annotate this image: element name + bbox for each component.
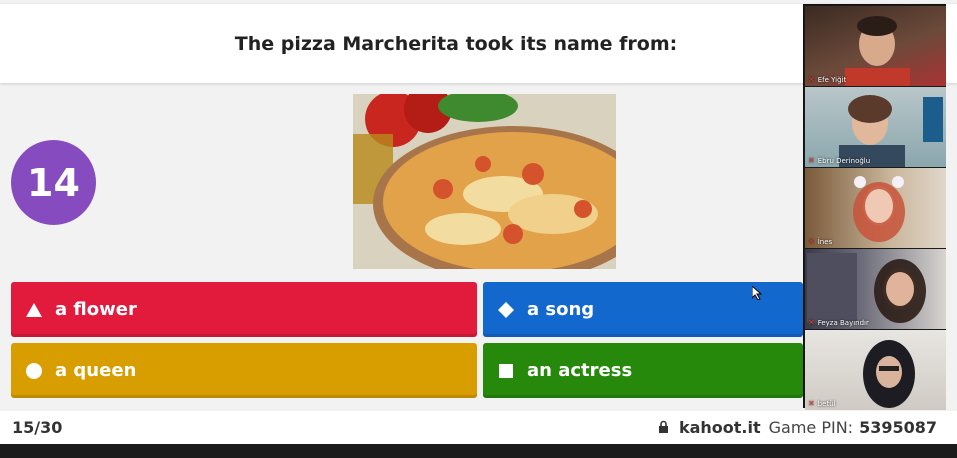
game-pin: 5395087 (859, 418, 937, 437)
participant-video (853, 176, 905, 242)
answer-option-3[interactable]: a queen (11, 343, 477, 398)
participant-name: betül (817, 399, 836, 408)
game-info: kahoot.it Game PIN: 5395087 (658, 418, 937, 437)
countdown-timer: 14 (11, 140, 96, 225)
participant-name: Efe Yiğit (817, 75, 847, 84)
answer-label: a flower (55, 299, 137, 320)
participant-video (845, 16, 910, 86)
participant-tile[interactable]: ✕ Efe Yiğit (805, 6, 946, 86)
question-image (353, 94, 616, 269)
participant-tile[interactable]: ✕ Ebru Derinoğlu (805, 87, 946, 167)
taskbar-strip (0, 444, 957, 458)
muted-mic-icon: ✕ (808, 237, 815, 246)
muted-mic-icon: ✕ (808, 75, 815, 84)
participant-video (863, 340, 915, 408)
answer-label: a song (527, 299, 595, 320)
muted-mic-icon: ✕ (808, 318, 815, 327)
participant-tile[interactable]: ✕ Feyza Bayındır (805, 249, 946, 329)
pin-label: Game PIN: (768, 418, 854, 437)
participant-video (839, 95, 943, 167)
square-icon (495, 363, 517, 379)
participant-tile[interactable]: ✕ İnes (805, 168, 946, 248)
participant-name: Ebru Derinoğlu (817, 156, 871, 165)
answer-label: an actress (527, 360, 633, 381)
footer-bar: 15/30 kahoot.it Game PIN: 5395087 (0, 411, 957, 444)
mouse-cursor-icon (751, 284, 763, 304)
video-participants-panel: ✕ Efe Yiğit ✕ Ebru Derinoğlu ✕ İnes ✕ Feyza … (803, 4, 946, 410)
circle-icon (23, 362, 45, 380)
diamond-icon (495, 301, 517, 319)
participant-name: Feyza Bayındır (817, 318, 869, 327)
participant-name: İnes (817, 237, 833, 246)
participant-video (807, 253, 926, 323)
triangle-icon (23, 302, 45, 318)
question-text: The pizza Marcherita took its name from: (234, 32, 678, 55)
muted-mic-icon: ✕ (808, 156, 815, 165)
participant-tile[interactable]: ✕ betül (805, 330, 946, 410)
answer-option-1[interactable]: a flower (11, 282, 477, 337)
question-progress: 15/30 (12, 418, 63, 437)
pizza-image (353, 94, 616, 269)
site-domain: kahoot.it (678, 418, 761, 437)
lock-icon (658, 418, 669, 437)
answer-label: a queen (55, 360, 137, 381)
answer-option-4[interactable]: an actress (483, 343, 803, 398)
muted-mic-icon: ✕ (808, 399, 815, 408)
